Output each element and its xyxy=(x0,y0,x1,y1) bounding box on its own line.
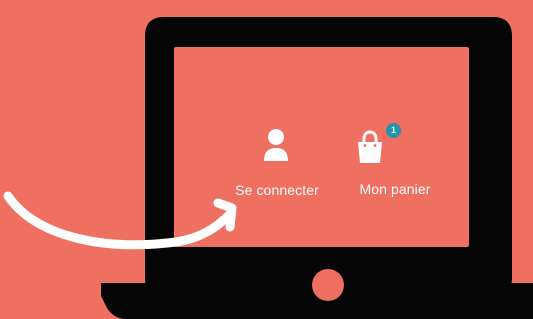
cart-link[interactable]: 1 Mon panier xyxy=(338,123,456,197)
login-label: Se connecter xyxy=(235,182,319,198)
cart-badge: 1 xyxy=(386,123,401,138)
login-link[interactable]: Se connecter xyxy=(222,128,332,198)
shopping-bag-icon xyxy=(358,130,382,163)
laptop-trackpad-dot xyxy=(312,269,344,301)
cart-label: Mon panier xyxy=(359,181,431,197)
illustration-scene: Se connecter 1 Mon panier xyxy=(0,0,533,319)
user-icon xyxy=(264,129,288,161)
